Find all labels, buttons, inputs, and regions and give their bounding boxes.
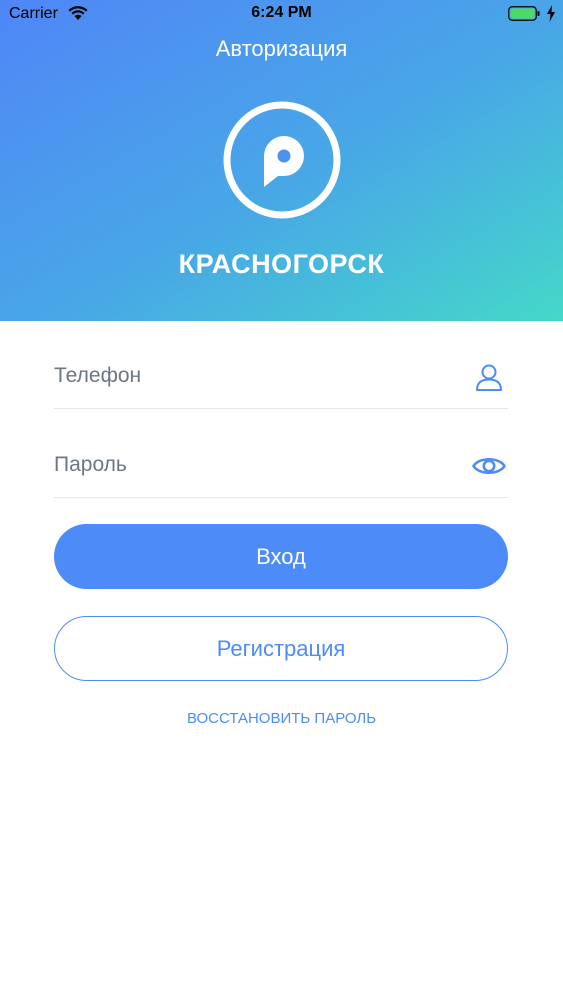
status-bar: Carrier 6:24 PM bbox=[0, 0, 563, 30]
parking-pin-logo-icon bbox=[223, 101, 341, 219]
phone-field bbox=[54, 348, 508, 409]
login-button[interactable]: Вход bbox=[54, 524, 508, 589]
page-title: Авторизация bbox=[215, 36, 348, 61]
battery-icon bbox=[508, 6, 540, 21]
phone-input[interactable] bbox=[54, 358, 454, 394]
charging-bolt-icon bbox=[547, 5, 555, 22]
eye-icon[interactable] bbox=[472, 451, 506, 481]
restore-password-link[interactable]: ВОССТАНОВИТЬ ПАРОЛЬ bbox=[0, 710, 563, 727]
clock-time: 6:24 PM bbox=[251, 4, 312, 21]
header-gradient: Carrier 6:24 PM Авторизация КРАСНОГОРСК bbox=[0, 0, 563, 321]
login-screen: Carrier 6:24 PM Авторизация КРАСНОГОРСК bbox=[0, 0, 563, 1000]
password-field bbox=[54, 437, 508, 498]
password-input[interactable] bbox=[54, 447, 454, 483]
city-name: КРАСНОГОРСК bbox=[178, 249, 385, 279]
register-button[interactable]: Регистрация bbox=[54, 616, 508, 681]
user-icon bbox=[476, 364, 502, 391]
